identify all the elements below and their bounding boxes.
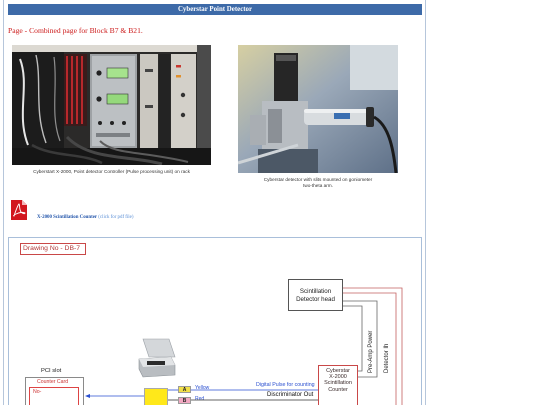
counter-unit-label-line: Counter [328,386,348,393]
counter-card-number: No- [33,389,42,395]
counter-unit-label-line: Scintillation [324,380,352,387]
connector-block [144,388,168,405]
pdf-link-title[interactable]: X-2000 Scintillation Counter [37,215,97,220]
signal-b-wire-label: Red [195,396,205,402]
pci-slot-label: PCI slot [41,368,62,374]
signal-a-wire-label: Yellow [195,385,210,391]
rack-photo-image [12,45,211,166]
detector-head-box: Scintillation Detector head [288,279,343,311]
digital-pulse-label: Digital Pulse for counting [256,382,315,388]
page-header: Cyberstar Point Detector [8,4,422,15]
drawing-number: Drawing No - DB-7 [20,243,86,255]
pdf-icon[interactable] [9,199,29,221]
discriminator-out-label: Discriminator Out [267,392,314,398]
counter-card-label: Counter Card [37,379,69,385]
page-title: Cyberstar Point Detector [177,6,253,13]
pdf-link-note[interactable]: (click for pdf file) [98,215,133,220]
counter-unit-photo-image [138,338,176,378]
pdf-link[interactable]: X-2000 Scintillation Counter (click for … [37,214,133,221]
counter-unit-photo [135,335,178,382]
signal-b-tag: B [178,397,191,404]
detector-caption-line-2: two-theta arm. [303,183,333,188]
detector-photo [237,45,398,174]
detector-head-label-line: Detector head [296,295,335,303]
detector-photo-image [237,45,398,174]
page-intro: Page - Combined page for Block B7 & B21. [8,26,143,35]
detector-head-label-line: Scintillation [299,288,332,295]
rack-controller-caption: Cyberstart X-2000, Point detector Contro… [33,169,190,174]
rack-controller-photo [12,45,211,166]
pdf-icon-graphic[interactable] [9,199,29,221]
scintillation-counter-box: Cyberstar X-2000 Scintillation Counter [318,365,358,405]
signal-a-tag: A [178,386,191,393]
